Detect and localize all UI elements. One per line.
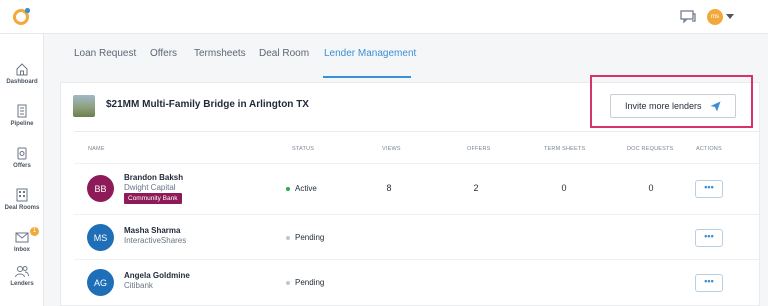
header-divider [74,131,760,132]
status-text: Pending [295,233,325,242]
app-logo-icon[interactable] [12,6,32,26]
sidebar-item-dashboard[interactable]: Dashboard [0,62,44,100]
tab-termsheets[interactable]: Termsheets [194,48,246,59]
lender-name[interactable]: Angela Goldmine [124,271,190,280]
views-count: 8 [386,183,392,193]
sidebar-item-lenders[interactable]: Lenders [0,264,44,302]
column-header-views: VIEWS [382,146,401,152]
avatar: MS [87,224,114,251]
sidebar-item-inbox[interactable]: 1 Inbox [0,227,44,268]
row-actions-button[interactable]: ••• [695,229,723,247]
lender-org: Citibank [124,281,153,290]
lender-name[interactable]: Brandon Baksh [124,173,183,182]
sidebar-item-label: Pipeline [10,121,34,127]
column-header-term-sheets: TERM SHEETS [544,146,586,152]
user-avatar[interactable]: ms [707,9,723,25]
avatar: BB [87,175,114,202]
column-header-doc-requests: DOC REQUESTS [627,146,674,152]
tab-offers[interactable]: Offers [150,48,177,59]
lender-type-tag: Community Bank [124,193,182,204]
sidebar-item-label: Offers [13,163,31,169]
avatar: AG [87,269,114,296]
row-divider [74,214,760,215]
sidebar-item-label: Lenders [10,281,34,287]
lender-org: InteractiveShares [124,236,187,245]
column-header-actions: ACTIONS [696,146,722,152]
tab-lender-management[interactable]: Lender Management [324,48,416,59]
status-dot [286,280,290,285]
status-badge: Pending [286,278,324,287]
row-divider [74,259,760,260]
tab-bar: Loan Request Offers Termsheets Deal Room… [44,34,768,78]
lender-name[interactable]: Masha Sharma [124,226,180,235]
deal-title: $21MM Multi-Family Bridge in Arlington T… [106,99,309,110]
lenders-icon [15,266,29,278]
tab-deal-room[interactable]: Deal Room [259,48,309,59]
doc-requests-count: 0 [648,183,654,193]
tab-loan-request[interactable]: Loan Request [74,48,136,59]
status-text: Active [295,184,317,193]
highlight-box [590,75,753,128]
status-badge: Pending [286,233,324,242]
sidebar-item-pipeline[interactable]: Pipeline [0,104,44,142]
sidebar-item-label: Dashboard [6,79,38,85]
status-badge: Active [286,184,317,193]
offers-icon [17,147,27,160]
column-header-status: STATUS [292,146,315,152]
row-actions-button[interactable]: ••• [695,180,723,198]
sidebar-item-label: Inbox [14,247,30,253]
chevron-down-icon[interactable] [726,14,734,19]
active-tab-indicator [323,76,411,78]
row-divider [74,163,760,164]
offers-count: 2 [473,183,479,193]
top-bar: ms [0,0,768,34]
deal-thumbnail [73,95,95,117]
status-dot [286,186,290,191]
inbox-count-badge: 1 [30,227,39,236]
inbox-icon [15,232,29,243]
sidebar: Dashboard Pipeline Offers Deal Rooms 1 I… [0,34,44,306]
status-dot [286,235,290,240]
pipeline-icon [17,104,27,118]
lender-org: Dwight Capital [124,183,176,192]
column-header-name: NAME [88,146,105,152]
column-header-offers: OFFERS [467,146,491,152]
chat-icon[interactable] [680,10,696,24]
deal-rooms-icon [16,188,28,202]
row-actions-button[interactable]: ••• [695,274,723,292]
sidebar-item-deal-rooms[interactable]: Deal Rooms [0,188,44,226]
home-icon [16,63,28,76]
status-text: Pending [295,278,325,287]
sidebar-item-offers[interactable]: Offers [0,146,44,184]
sidebar-item-label: Deal Rooms [4,205,40,211]
term-sheets-count: 0 [561,183,567,193]
